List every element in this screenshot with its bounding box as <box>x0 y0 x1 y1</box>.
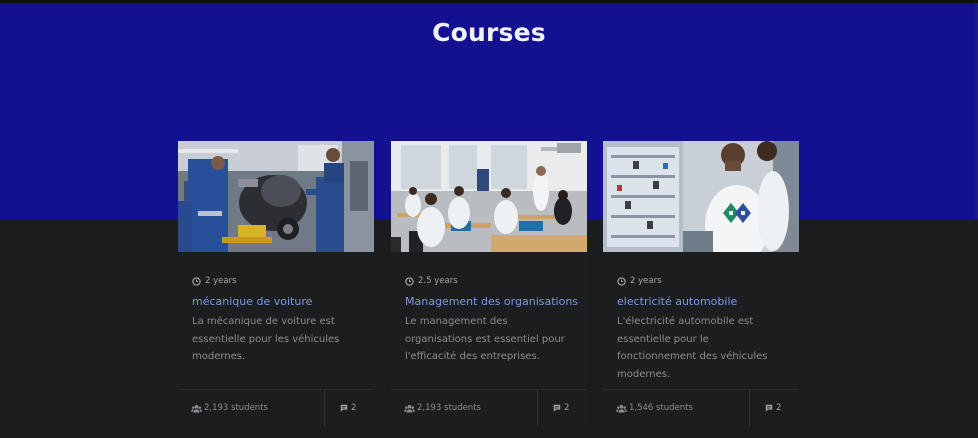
comment-icon <box>765 404 773 412</box>
users-icon <box>616 404 627 413</box>
footer-divider <box>537 390 538 426</box>
students-count-text: 2,193 students <box>204 403 268 413</box>
course-duration: 2 years <box>192 275 237 287</box>
course-image[interactable] <box>391 141 587 252</box>
course-duration-text: 2 years <box>205 276 237 286</box>
course-footer: 1,546 students 2 <box>603 389 799 426</box>
course-title-link[interactable]: mécanique de voiture <box>192 295 372 308</box>
comments-count[interactable]: 2 <box>553 402 569 414</box>
page-title: Courses <box>432 18 546 47</box>
course-footer: 2,193 students 2 <box>391 389 587 426</box>
course-card[interactable]: 2 years electricité automobile L'électri… <box>603 141 799 426</box>
comments-count-text: 2 <box>564 403 570 413</box>
users-icon <box>191 404 202 413</box>
students-count-text: 2,193 students <box>417 403 481 413</box>
course-image[interactable] <box>603 141 799 252</box>
course-title-link[interactable]: electricité automobile <box>617 295 797 308</box>
course-description: La mécanique de voiture est essentielle … <box>192 316 340 362</box>
comments-count-text: 2 <box>776 403 782 413</box>
course-duration: 2.5 years <box>405 275 458 287</box>
clock-icon <box>405 276 414 286</box>
comment-icon <box>553 404 561 412</box>
course-duration-text: 2 years <box>630 276 662 286</box>
course-description: Le management des organisations est esse… <box>405 316 565 362</box>
students-count: 1,546 students <box>616 402 693 414</box>
students-count: 2,193 students <box>191 402 268 414</box>
course-image[interactable] <box>178 141 374 252</box>
footer-divider <box>749 390 750 426</box>
students-count-text: 1,546 students <box>629 403 693 413</box>
comments-count-text: 2 <box>351 403 357 413</box>
comments-count[interactable]: 2 <box>340 402 356 414</box>
clock-icon <box>192 276 201 286</box>
comment-icon <box>340 404 348 412</box>
course-card[interactable]: 2 years mécanique de voiture La mécaniqu… <box>178 141 374 426</box>
course-duration-text: 2.5 years <box>418 276 458 286</box>
clock-icon <box>617 276 626 286</box>
students-count: 2,193 students <box>404 402 481 414</box>
comments-count[interactable]: 2 <box>765 402 781 414</box>
course-title-link[interactable]: Management des organisations <box>405 295 585 308</box>
course-duration: 2 years <box>617 275 662 287</box>
footer-divider <box>324 390 325 426</box>
course-footer: 2,193 students 2 <box>178 389 374 426</box>
users-icon <box>404 404 415 413</box>
course-description: L'électricité automobile est essentielle… <box>617 316 768 380</box>
course-card[interactable]: 2.5 years Management des organisations L… <box>391 141 587 426</box>
